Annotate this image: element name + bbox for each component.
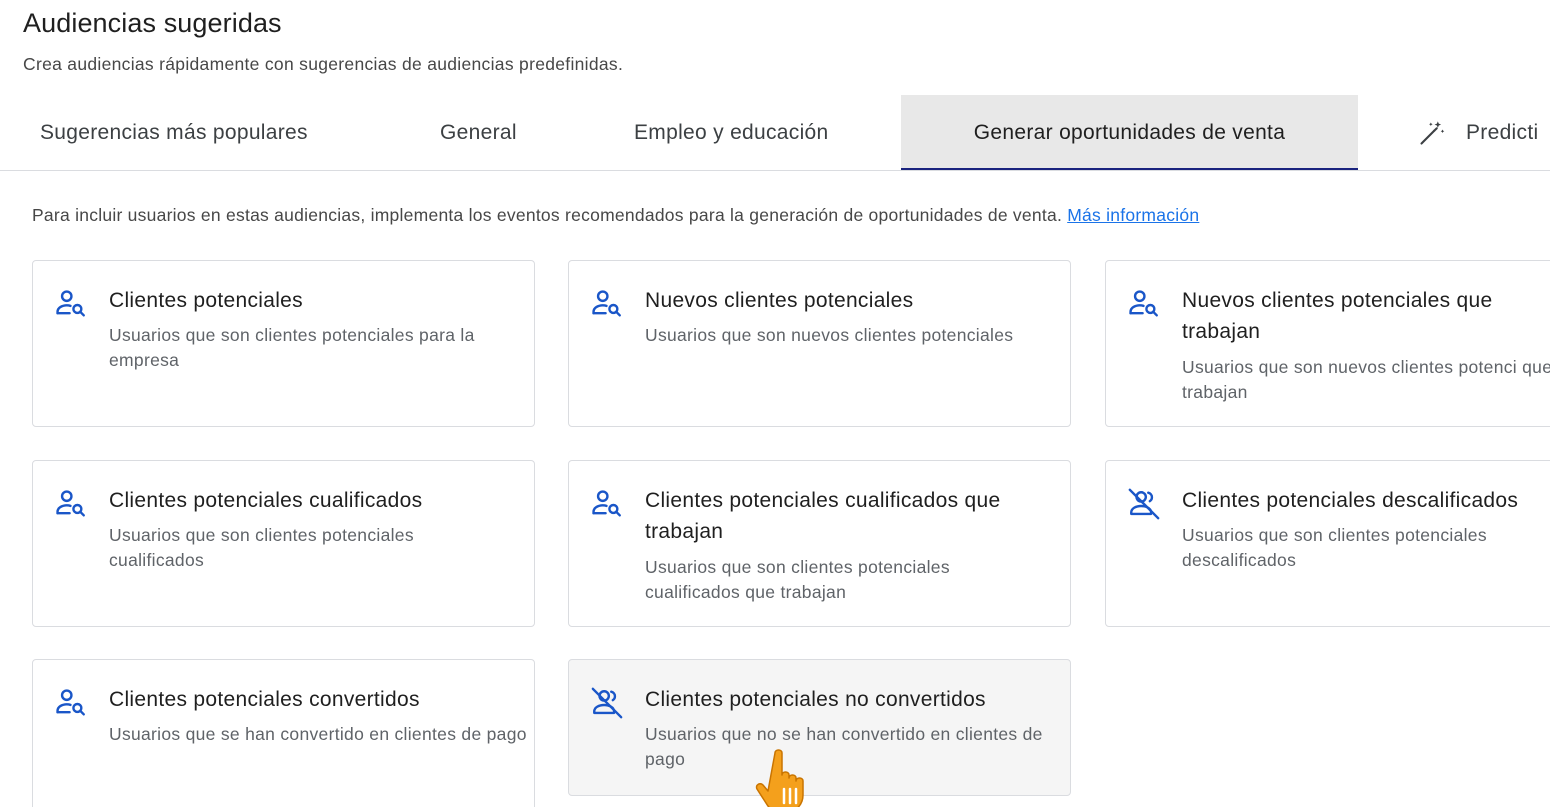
card-title: Clientes potenciales (109, 289, 303, 312)
tab-label: General (440, 120, 517, 144)
audience-card-qualified-working-potential-clients[interactable]: Clientes potenciales cualificados que tr… (568, 460, 1071, 627)
card-title: Clientes potenciales convertidos (109, 688, 420, 711)
category-tabs: Sugerencias más populares General Empleo… (0, 95, 1550, 171)
tab-predictive[interactable]: Predicti (1418, 95, 1538, 170)
card-title: Nuevos clientes potenciales que trabajan (1182, 289, 1493, 343)
person-search-icon (590, 487, 624, 521)
magic-wand-icon (1418, 119, 1446, 147)
audience-card-potential-clients[interactable]: Clientes potenciales Usuarios que son cl… (32, 260, 535, 427)
tab-label: Generar oportunidades de venta (973, 120, 1286, 144)
person-search-icon (54, 686, 88, 720)
person-search-icon (54, 487, 88, 521)
tab-label: Sugerencias más populares (40, 120, 308, 144)
card-title: Clientes potenciales cualificados que tr… (645, 489, 1001, 543)
tab-label: Empleo y educación (634, 120, 829, 144)
person-search-icon (54, 287, 88, 321)
tab-employment-education[interactable]: Empleo y educación (634, 95, 829, 170)
tab-general[interactable]: General (440, 95, 517, 170)
audience-card-disqualified-potential-clients[interactable]: Clientes potenciales descalificados Usua… (1105, 460, 1550, 627)
events-info-text: Para incluir usuarios en estas audiencia… (32, 205, 1068, 225)
card-description: Usuarios que se han convertido en client… (109, 724, 527, 744)
audience-card-qualified-potential-clients[interactable]: Clientes potenciales cualificados Usuari… (32, 460, 535, 627)
card-description: Usuarios que son clientes potenciales de… (1182, 525, 1487, 570)
audience-card-converted-potential-clients[interactable]: Clientes potenciales convertidos Usuario… (32, 659, 535, 807)
tab-label: Predicti (1466, 120, 1539, 144)
tab-popular-suggestions[interactable]: Sugerencias más populares (40, 95, 308, 170)
card-description: Usuarios que no se han convertido en cli… (645, 724, 1043, 769)
person-search-icon (590, 287, 624, 321)
card-description: Usuarios que son clientes potenciales cu… (645, 557, 950, 602)
card-title: Clientes potenciales descalificados (1182, 489, 1519, 512)
person-off-icon (1127, 487, 1161, 521)
card-description: Usuarios que son nuevos clientes potenci… (645, 325, 1014, 345)
audience-card-new-potential-clients[interactable]: Nuevos clientes potenciales Usuarios que… (568, 260, 1071, 427)
more-info-link[interactable]: Más información (1067, 205, 1199, 225)
person-off-icon (590, 686, 624, 720)
card-description: Usuarios que son clientes potenciales pa… (109, 325, 475, 370)
card-description: Usuarios que son clientes potenciales cu… (109, 525, 414, 570)
card-description: Usuarios que son nuevos clientes potenci… (1182, 357, 1550, 402)
page-subtitle: Crea audiencias rápidamente con sugerenc… (23, 54, 624, 74)
person-search-icon (1127, 287, 1161, 321)
audience-card-new-working-potential-clients[interactable]: Nuevos clientes potenciales que trabajan… (1105, 260, 1550, 427)
page-title: Audiencias sugeridas (23, 8, 282, 38)
card-title: Clientes potenciales no convertidos (645, 688, 986, 711)
events-info: Para incluir usuarios en estas audiencia… (32, 205, 1199, 226)
tab-lead-generation[interactable]: Generar oportunidades de venta (901, 95, 1358, 170)
suggested-audiences-page: Audiencias sugeridas Crea audiencias ráp… (0, 0, 1550, 807)
card-title: Nuevos clientes potenciales (645, 289, 914, 312)
audience-card-unconverted-potential-clients[interactable]: Clientes potenciales no convertidos Usua… (568, 659, 1071, 796)
card-title: Clientes potenciales cualificados (109, 489, 423, 512)
